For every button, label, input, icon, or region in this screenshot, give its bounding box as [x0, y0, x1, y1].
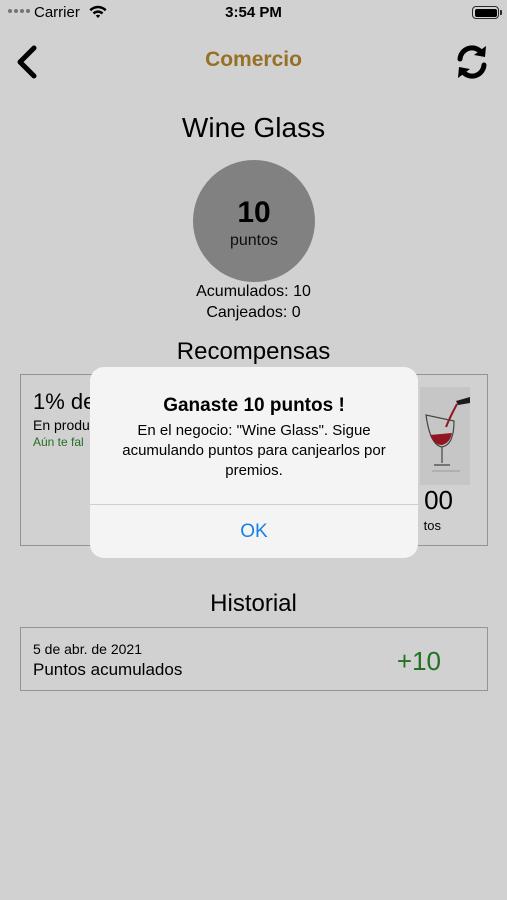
points-alert-dialog: Ganaste 10 puntos ! En el negocio: "Wine…: [90, 367, 418, 558]
alert-message: En el negocio: "Wine Glass". Sigue acumu…: [122, 422, 386, 479]
alert-title: Ganaste 10 puntos !: [163, 395, 345, 416]
screen: Carrier 3:54 PM Comercio Wine Glass 10 p…: [0, 0, 507, 900]
alert-ok-button[interactable]: OK: [90, 505, 418, 558]
